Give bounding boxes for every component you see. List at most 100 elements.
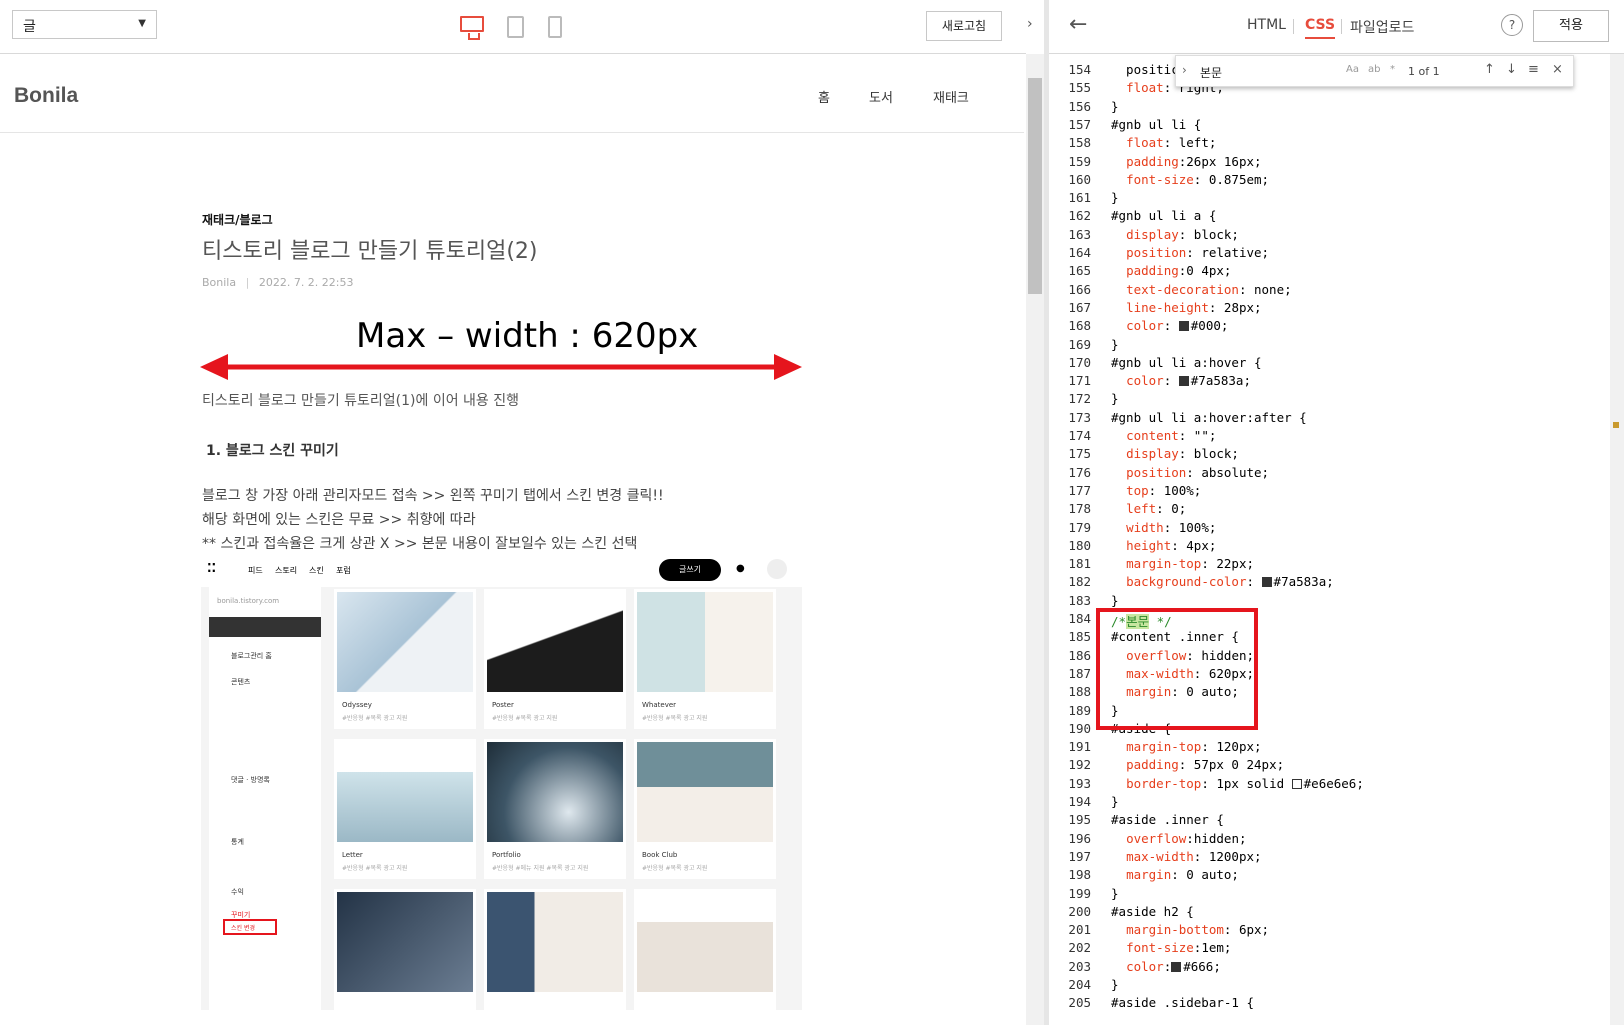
code-line[interactable]: #aside h2 { bbox=[1111, 904, 1194, 919]
regex-icon[interactable]: * bbox=[1390, 64, 1395, 75]
line-number: 161 bbox=[1068, 190, 1091, 206]
skin-tags: #반응형 #메뉴 지원 #목록 광고 지원 bbox=[492, 865, 589, 872]
code-line[interactable]: line-height: 28px; bbox=[1111, 300, 1261, 315]
desktop-view-icon[interactable] bbox=[460, 16, 484, 40]
skin-card bbox=[484, 889, 626, 1010]
code-line[interactable]: padding:0 4px; bbox=[1111, 263, 1231, 278]
line-number: 154 bbox=[1068, 62, 1091, 77]
refresh-button[interactable]: 새로고침 bbox=[926, 11, 1002, 41]
find-in-selection-icon[interactable]: ≡ bbox=[1528, 62, 1539, 77]
code-line[interactable]: color: #666; bbox=[1111, 959, 1221, 974]
code-line[interactable]: } bbox=[1111, 391, 1119, 406]
skin-preview bbox=[637, 892, 773, 992]
code-line[interactable]: #gnb ul li a { bbox=[1111, 208, 1216, 223]
post-category[interactable]: 재태크/블로그 bbox=[202, 211, 273, 228]
arrow-up-icon[interactable]: ↑ bbox=[1484, 62, 1495, 77]
mobile-view-icon[interactable] bbox=[548, 16, 562, 38]
code-line[interactable]: } bbox=[1111, 337, 1119, 352]
find-input[interactable]: 본문 bbox=[1200, 64, 1222, 81]
code-line[interactable]: width: 100%; bbox=[1111, 520, 1216, 535]
image-side-skin-change: 스킨 변경 bbox=[223, 919, 277, 935]
arrow-down-icon[interactable]: ↓ bbox=[1506, 62, 1517, 77]
code-line[interactable]: position: absolute; bbox=[1111, 465, 1269, 480]
tab-file-upload[interactable]: 파일업로드 bbox=[1350, 17, 1414, 37]
tab-css[interactable]: CSS bbox=[1305, 17, 1336, 39]
code-line[interactable]: margin-top: 22px; bbox=[1111, 556, 1254, 571]
back-arrow-icon[interactable]: ← bbox=[1069, 12, 1087, 37]
code-line[interactable]: float: left; bbox=[1111, 135, 1216, 150]
tab-html[interactable]: HTML bbox=[1247, 17, 1286, 33]
post-image: ⁚⁚ 피드 스토리 스킨 포럼 글쓰기 ● bonila.tistory.com… bbox=[201, 555, 802, 1010]
scrollbar-thumb[interactable] bbox=[1028, 78, 1042, 294]
code-line[interactable]: color: #7a583a; bbox=[1111, 373, 1251, 388]
line-number: 158 bbox=[1068, 135, 1091, 151]
line-number: 171 bbox=[1068, 373, 1091, 389]
code-line[interactable]: #gnb ul li a:hover:after { bbox=[1111, 410, 1307, 425]
code-line[interactable]: font-size: 0.875em; bbox=[1111, 172, 1269, 187]
nav-home[interactable]: 홈 bbox=[818, 87, 830, 106]
code-line[interactable]: left: 0; bbox=[1111, 501, 1186, 516]
code-line[interactable]: display: block; bbox=[1111, 227, 1239, 242]
line-number: 164 bbox=[1068, 245, 1091, 260]
meta-separator: | bbox=[245, 276, 250, 289]
code-line[interactable]: } bbox=[1111, 977, 1119, 992]
code-line[interactable]: margin-bottom: 6px; bbox=[1111, 922, 1269, 937]
blog-logo[interactable]: Bonila bbox=[14, 84, 78, 108]
code-line[interactable]: padding: 57px 0 24px; bbox=[1111, 757, 1284, 772]
code-line[interactable]: } bbox=[1111, 593, 1119, 608]
editor-scrollbar[interactable] bbox=[1610, 54, 1624, 1025]
code-line[interactable]: #gnb ul li { bbox=[1111, 117, 1201, 132]
code-line[interactable]: margin-top: 120px; bbox=[1111, 739, 1261, 754]
image-sidebar: bonila.tistory.com 블로그관리 홈 콘텐츠 댓글 · 방명록 … bbox=[209, 587, 321, 1010]
tistory-logo-icon: ⁚⁚ bbox=[207, 561, 217, 575]
code-line[interactable]: content: ""; bbox=[1111, 428, 1216, 443]
code-line[interactable]: margin: 0 auto; bbox=[1111, 867, 1239, 882]
code-line[interactable]: color: #000; bbox=[1111, 318, 1228, 333]
preview-scrollbar[interactable] bbox=[1026, 54, 1044, 1025]
code-line[interactable]: max-width: 1200px; bbox=[1111, 849, 1261, 864]
code-line[interactable]: } bbox=[1111, 99, 1119, 114]
code-line[interactable]: height: 4px; bbox=[1111, 538, 1216, 553]
code-line[interactable]: text-decoration: none; bbox=[1111, 282, 1292, 297]
skin-preview bbox=[637, 742, 773, 842]
code-line[interactable]: #aside .inner { bbox=[1111, 812, 1224, 827]
code-line[interactable]: overflow:hidden; bbox=[1111, 831, 1246, 846]
code-line[interactable]: padding:26px 16px; bbox=[1111, 154, 1261, 169]
tablet-view-icon[interactable] bbox=[507, 16, 524, 38]
view-select[interactable]: 글 ▼ bbox=[12, 10, 157, 39]
code-line[interactable]: display: block; bbox=[1111, 446, 1239, 461]
code-line[interactable]: } bbox=[1111, 886, 1119, 901]
line-number: 196 bbox=[1068, 830, 1091, 846]
close-icon[interactable]: × bbox=[1552, 62, 1563, 77]
skin-card: Book Club #반응형 #목록 광고 지원 bbox=[634, 739, 776, 879]
code-line[interactable]: border-top: 1px solid #e6e6e6; bbox=[1111, 776, 1364, 791]
code-line[interactable]: position: relative; bbox=[1111, 245, 1269, 260]
line-number: 205 bbox=[1068, 995, 1091, 1011]
line-number: 169 bbox=[1068, 336, 1091, 352]
help-icon[interactable]: ? bbox=[1501, 14, 1523, 36]
chevron-right-icon[interactable]: › bbox=[1182, 63, 1187, 77]
code-line[interactable]: positic bbox=[1111, 62, 1179, 77]
code-line[interactable]: } bbox=[1111, 190, 1119, 205]
line-number: 155 bbox=[1068, 80, 1091, 96]
line-number: 172 bbox=[1068, 391, 1091, 407]
chevron-right-icon[interactable]: › bbox=[1027, 16, 1033, 32]
code-line[interactable]: background-color: #7a583a; bbox=[1111, 574, 1334, 589]
code-line[interactable]: #aside .sidebar-1 { bbox=[1111, 995, 1254, 1010]
line-number: 182 bbox=[1068, 574, 1091, 590]
code-line[interactable]: top: 100%; bbox=[1111, 483, 1201, 498]
code-line[interactable]: } bbox=[1111, 794, 1119, 809]
nav-finance[interactable]: 재태크 bbox=[933, 87, 969, 106]
nav-books[interactable]: 도서 bbox=[869, 87, 893, 106]
post-author[interactable]: Bonila bbox=[202, 276, 236, 289]
match-word-icon[interactable]: ab bbox=[1368, 64, 1380, 75]
match-case-icon[interactable]: Aa bbox=[1346, 64, 1359, 75]
double-arrow-icon bbox=[200, 354, 802, 380]
code-line[interactable]: #gnb ul li a:hover { bbox=[1111, 355, 1262, 370]
code-line[interactable]: font-size:1em; bbox=[1111, 940, 1231, 955]
line-number: 199 bbox=[1068, 885, 1091, 901]
apply-button[interactable]: 적용 bbox=[1533, 10, 1609, 42]
skin-preview bbox=[337, 742, 473, 842]
code-editor[interactable]: 154 positic 155 float: right; 156} 157 #gnb … bbox=[1049, 55, 1609, 1025]
line-number: 192 bbox=[1068, 757, 1091, 773]
